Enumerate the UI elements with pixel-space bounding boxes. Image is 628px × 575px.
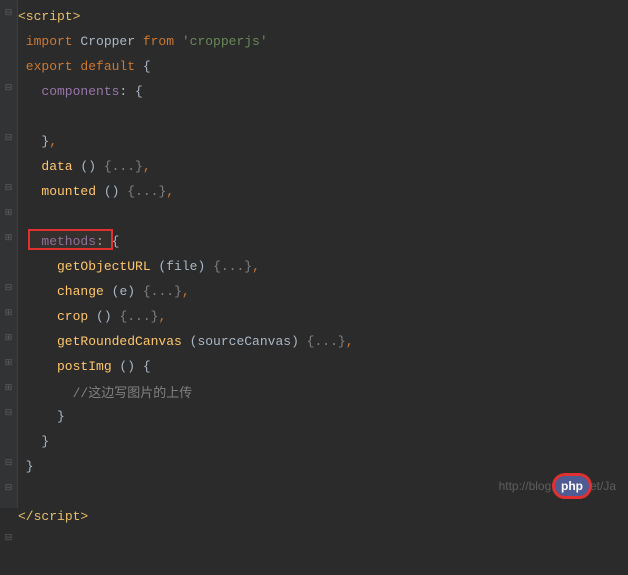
fold-icon[interactable]: ⊟ [0,400,17,425]
fold-icon[interactable]: ⊞ [0,200,17,225]
identifier: Cropper [73,34,143,49]
brace: } [18,434,49,449]
property: methods [18,234,96,249]
tag: </scr [18,509,57,524]
code-line[interactable] [18,104,628,129]
php-logo: php [548,472,596,500]
paren: () [96,184,127,199]
param: sourceCanvas [197,334,291,350]
fold-icon[interactable]: ⊟ [0,450,17,475]
paren: ) [127,284,143,299]
fold-icon[interactable]: ⊞ [0,375,17,400]
fold-icon[interactable]: ⊟ [0,475,17,500]
fold-icon[interactable]: ⊞ [0,300,17,325]
paren: ( [182,334,198,349]
code-editor: ⊟ ⊟ ⊟ ⊟ ⊞ ⊞ ⊟ ⊞ ⊞ ⊞ ⊞ ⊟ ⊟ ⊟ ⊟ <script> i… [0,0,628,508]
brace: () { [112,359,151,374]
code-line[interactable]: }, [18,129,628,154]
fold-icon[interactable] [0,250,17,275]
keyword: import [18,34,73,49]
method-name: postImg [18,359,112,374]
fold-icon[interactable]: ⊟ [0,525,17,550]
code-line[interactable]: change (e) {...}, [18,279,628,304]
code-line[interactable]: mounted () {...}, [18,179,628,204]
fold-marker[interactable]: {...} [127,184,166,200]
fold-icon[interactable]: ⊞ [0,225,17,250]
brace: : { [119,84,142,99]
fold-icon[interactable] [0,25,17,50]
code-line[interactable]: //这边写图片的上传 [18,379,628,404]
code-line[interactable]: import Cropper from 'cropperjs' [18,29,628,54]
paren: ( [151,259,167,274]
code-line[interactable]: components: { [18,79,628,104]
param: e [119,284,127,300]
code-content[interactable]: <script> import Cropper from 'cropperjs'… [18,0,628,508]
brace: } [18,134,49,149]
punct: , [49,134,57,149]
punct: , [143,159,151,174]
method-name: getObjectURL [18,259,151,275]
fold-icon[interactable]: ⊟ [0,275,17,300]
brace: } [18,409,65,425]
fold-icon[interactable] [0,100,17,125]
code-line[interactable]: } [18,454,628,479]
fold-marker[interactable]: {...} [213,259,252,275]
method-name: crop [18,309,88,324]
fold-icon[interactable]: ⊟ [0,75,17,100]
code-line[interactable]: getRoundedCanvas (sourceCanvas) {...}, [18,329,628,354]
punct: , [166,184,174,199]
code-line[interactable]: crop () {...}, [18,304,628,329]
code-line[interactable]: export default { [18,54,628,79]
fold-icon[interactable]: ⊟ [0,0,17,25]
paren: ) [197,259,213,274]
fold-icon[interactable] [0,425,17,450]
param: file [166,259,197,275]
code-line[interactable]: } [18,404,628,429]
punct: , [346,334,354,349]
fold-icon[interactable] [0,50,17,75]
punct: , [182,284,190,299]
fold-marker[interactable]: {...} [104,159,143,175]
fold-marker[interactable]: {...} [143,284,182,300]
code-line[interactable]: } [18,429,628,454]
brace: { [135,59,151,74]
paren: ) [291,334,307,349]
brace: } [18,459,34,474]
code-line[interactable]: postImg () { [18,354,628,379]
paren: () [88,309,119,324]
method-name: data [18,159,73,174]
fold-icon[interactable] [0,500,17,525]
fold-icon[interactable]: ⊞ [0,325,17,350]
punct: , [158,309,166,324]
code-line[interactable]: <script> [18,4,628,29]
paren: ( [104,284,120,299]
keyword: export default [18,59,135,75]
method-name: mounted [18,184,96,199]
fold-icon[interactable]: ⊟ [0,175,17,200]
fold-gutter: ⊟ ⊟ ⊟ ⊟ ⊞ ⊞ ⊟ ⊞ ⊞ ⊞ ⊞ ⊟ ⊟ ⊟ ⊟ [0,0,18,508]
string: 'cropperjs' [182,34,268,50]
fold-icon[interactable]: ⊞ [0,350,17,375]
code-line[interactable]: getObjectURL (file) {...}, [18,254,628,279]
fold-icon[interactable] [0,550,17,575]
keyword: from [143,34,182,49]
fold-icon[interactable]: ⊟ [0,125,17,150]
method-name: change [18,284,104,300]
code-line[interactable]: data () {...}, [18,154,628,179]
tag: ipt> [57,509,88,524]
brace: : { [96,234,119,249]
method-name: getRoundedCanvas [18,334,182,350]
paren: () [73,159,104,174]
fold-marker[interactable]: {...} [307,334,346,350]
code-line[interactable]: methods: { [18,229,628,254]
punct: , [252,259,260,274]
code-line[interactable] [18,204,628,229]
property: components [18,84,119,99]
fold-icon[interactable] [0,150,17,175]
comment: //这边写图片的上传 [18,382,192,401]
fold-marker[interactable]: {...} [119,309,158,325]
tag: <script> [18,9,80,24]
